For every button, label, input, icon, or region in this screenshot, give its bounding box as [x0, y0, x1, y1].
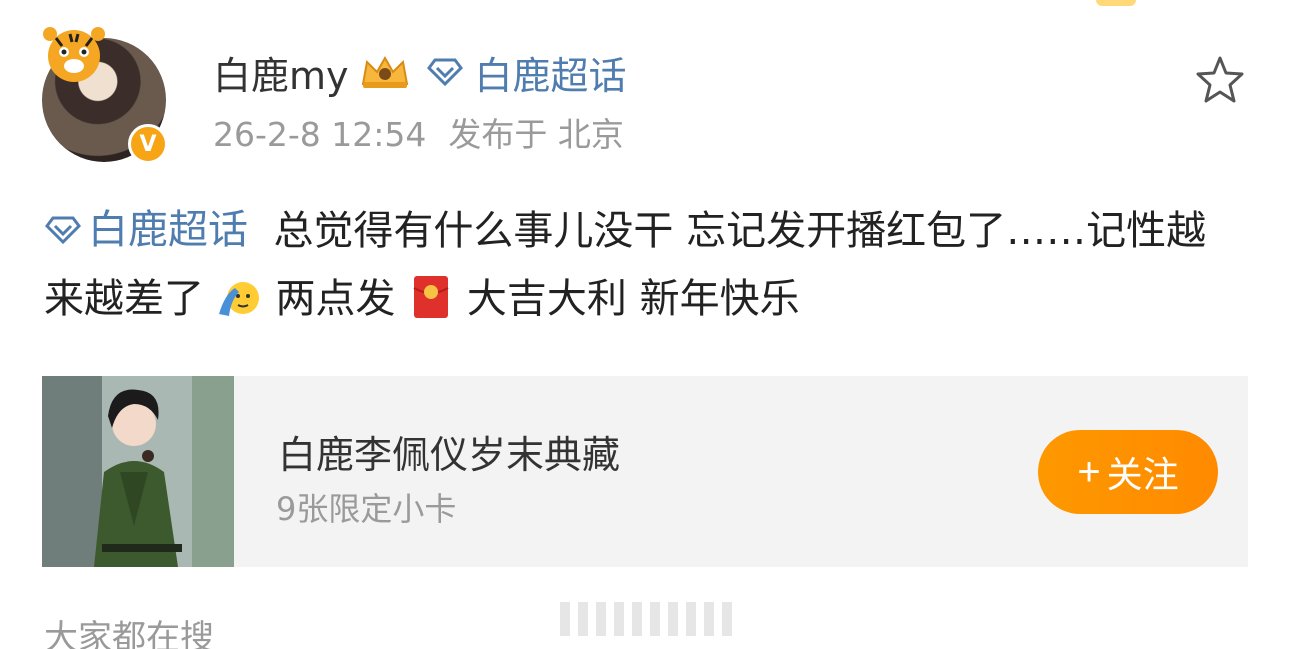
timestamp: 26-2-8 12:54 — [213, 115, 427, 154]
content-supertopic-link[interactable]: 白鹿超话 — [44, 196, 248, 264]
hot-search-label: 大家都在搜 — [44, 618, 214, 649]
star-icon[interactable] — [1194, 54, 1246, 106]
tiger-icon — [43, 27, 105, 82]
crown-icon — [361, 55, 408, 88]
diamond-icon — [426, 58, 463, 86]
location: 发布于 北京 — [448, 115, 624, 154]
diamond-icon — [45, 216, 81, 244]
username[interactable]: 白鹿my — [213, 45, 349, 100]
red-envelope-icon — [413, 276, 449, 318]
follow-label: 关注 — [1106, 454, 1179, 495]
post-text-2: 两点发 — [275, 276, 396, 322]
card-image — [42, 376, 234, 567]
supertopic-card[interactable]: 白鹿李佩仪岁末典藏 9张限定小卡 + 关注 — [42, 376, 1248, 567]
card-subtitle: 9张限定小卡 — [276, 490, 457, 528]
vip-badge-icon: V — [128, 124, 168, 164]
supertopic-link[interactable]: 白鹿超话 — [426, 45, 627, 100]
post-meta: 26-2-8 12:54 发布于 北京 — [213, 108, 624, 156]
loading-indicator — [560, 602, 736, 636]
card-title[interactable]: 白鹿李佩仪岁末典藏 — [278, 424, 620, 479]
plus-icon: + — [1077, 449, 1101, 494]
supertopic-label: 白鹿超话 — [474, 53, 627, 98]
post-header: 白鹿my 白鹿超话 — [213, 46, 627, 98]
post-text-3: 大吉大利 新年快乐 — [466, 276, 800, 322]
follow-button[interactable]: + 关注 — [1038, 430, 1218, 514]
content-supertopic-label: 白鹿超话 — [88, 207, 248, 253]
avatar[interactable]: V — [40, 27, 170, 164]
post-content: 白鹿超话 总觉得有什么事儿没干 忘记发开播红包了……记性越来越差了 两点发 大吉… — [44, 196, 1244, 333]
weibo-post: V 白鹿my 白鹿超话 26-2-8 12:54 发布于 北京 白鹿超话 总觉得有… — [0, 0, 1290, 649]
corner-decoration — [1096, 0, 1136, 6]
salute-emoji-icon — [218, 282, 259, 316]
